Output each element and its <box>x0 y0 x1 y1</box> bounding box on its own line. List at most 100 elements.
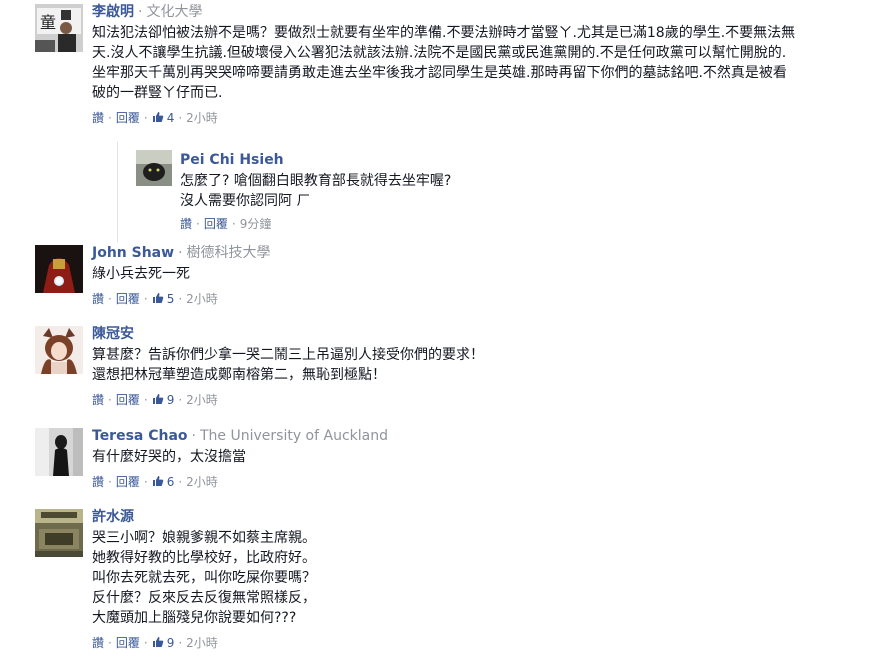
like-link[interactable]: 讚 <box>92 111 104 125</box>
separator-dot: · <box>108 111 112 125</box>
separator-dot: · <box>231 217 236 231</box>
thumbs-up-icon <box>152 112 163 122</box>
svg-text:童: 童 <box>40 13 56 32</box>
timestamp[interactable]: 2小時 <box>186 111 218 125</box>
comment-line: 知法犯法卻怕被法辦不是嗎？要做烈士就要有坐牢的準備.不要法辦時才當豎ㄚ.尤其是已… <box>92 25 796 41</box>
separator-dot: · <box>178 111 183 125</box>
comment-line: 還想把林冠華塑造成鄭南榕第二，無恥到極點！ <box>92 367 386 383</box>
avatar[interactable] <box>35 509 83 557</box>
like-link[interactable]: 讚 <box>180 217 192 231</box>
comment-line: 沒人需要你認同阿 ㄏ <box>180 193 311 209</box>
comment-text: 哭三小啊？娘親爹親不如蔡主席親。 她教得好教的比學校好，比政府好。 叫你去死就去… <box>92 528 877 628</box>
separator-dot: · <box>143 393 148 407</box>
reply-link[interactable]: 回覆 <box>116 292 140 306</box>
comment-line: 坐牢那天千萬別再哭哭啼啼要請勇敢走進去坐牢後我才認同學生是英雄.那時再留下你們的… <box>92 65 787 81</box>
like-count[interactable]: 6 <box>152 475 175 489</box>
comment-text: 知法犯法卻怕被法辦不是嗎？要做烈士就要有坐牢的準備.不要法辦時才當豎ㄚ.尤其是已… <box>92 23 877 103</box>
comment-actions: 讚 · 回覆 · 4 · 2小時 <box>92 110 877 126</box>
author-affiliation: 樹德科技大學 <box>186 245 271 261</box>
separator-dot: · <box>143 636 148 650</box>
comment-text: 怎麼了? 嗆個翻白眼教育部長就得去坐牢喔? 沒人需要你認同阿 ㄏ <box>180 171 877 211</box>
separator-dot: · <box>178 245 183 261</box>
separator-dot: · <box>143 475 148 489</box>
thumbs-up-icon <box>152 293 163 303</box>
timestamp[interactable]: 2小時 <box>186 292 218 306</box>
comment-line: 大魔頭加上腦殘兒你說要如何??? <box>92 610 297 626</box>
author-name-link[interactable]: 李啟明 <box>92 4 134 20</box>
comment-line: 哭三小啊？娘親爹親不如蔡主席親。 <box>92 530 316 546</box>
separator-dot: · <box>191 428 196 444</box>
profile-photo-icon <box>35 245 83 293</box>
separator-dot: · <box>108 475 112 489</box>
comment-line: 她教得好教的比學校好，比政府好。 <box>92 550 316 566</box>
comment-text: 綠小兵去死一死 <box>92 264 877 284</box>
separator-dot: · <box>178 292 183 306</box>
separator-dot: · <box>143 111 148 125</box>
like-link[interactable]: 讚 <box>92 636 104 650</box>
reply-link[interactable]: 回覆 <box>116 636 140 650</box>
reply-link[interactable]: 回覆 <box>116 475 140 489</box>
like-count[interactable]: 9 <box>152 393 175 407</box>
comment-actions: 讚 · 回覆 · 5 · 2小時 <box>92 291 877 307</box>
like-count[interactable]: 4 <box>152 111 175 125</box>
separator-dot: · <box>178 475 183 489</box>
like-count-value: 6 <box>166 475 175 489</box>
like-link[interactable]: 讚 <box>92 475 104 489</box>
thumbs-up-icon <box>152 476 163 486</box>
comment-line: 反什麼？反來反去反復無常照樣反， <box>92 590 316 606</box>
like-count[interactable]: 5 <box>152 292 175 306</box>
comment-line: 有什麼好哭的，太沒擔當 <box>92 449 246 465</box>
timestamp[interactable]: 2小時 <box>186 636 218 650</box>
timestamp[interactable]: 9分鐘 <box>240 217 272 231</box>
author-name-link[interactable]: 陳冠安 <box>92 326 134 342</box>
comment-line: 天.沒人不讓學生抗議.但破壞侵入公署犯法就該法辦.法院不是國民黨或民進黨開的.不… <box>92 45 787 61</box>
like-link[interactable]: 讚 <box>92 393 104 407</box>
comment-line: 綠小兵去死一死 <box>92 266 190 282</box>
timestamp[interactable]: 2小時 <box>186 393 218 407</box>
separator-dot: · <box>138 4 143 20</box>
comment-actions: 讚 · 回覆 · 9分鐘 <box>180 216 877 232</box>
thumbs-up-icon <box>152 394 163 404</box>
separator-dot: · <box>108 393 112 407</box>
separator-dot: · <box>178 636 183 650</box>
profile-photo-icon <box>35 509 83 557</box>
separator-dot: · <box>143 292 148 306</box>
reply-link[interactable]: 回覆 <box>116 393 140 407</box>
author-name-link[interactable]: Teresa Chao <box>92 428 188 444</box>
avatar[interactable] <box>35 428 83 476</box>
avatar[interactable]: 童 <box>35 4 83 52</box>
separator-dot: · <box>178 393 183 407</box>
like-count-value: 9 <box>166 393 175 407</box>
avatar[interactable] <box>35 326 83 374</box>
comment-actions: 讚 · 回覆 · 6 · 2小時 <box>92 474 877 490</box>
comment-text: 有什麼好哭的，太沒擔當 <box>92 447 877 467</box>
comment-actions: 讚 · 回覆 · 9 · 2小時 <box>92 635 877 651</box>
comment-text: 算甚麼？告訴你們少拿一哭二鬧三上吊逼別人接受你們的要求！ 還想把林冠華塑造成鄭南… <box>92 345 877 385</box>
comment-actions: 讚 · 回覆 · 9 · 2小時 <box>92 392 877 408</box>
separator-dot: · <box>196 217 200 231</box>
reply-link[interactable]: 回覆 <box>204 217 228 231</box>
comment-line: 破的一群豎ㄚ仔而已. <box>92 85 223 101</box>
author-affiliation: 文化大學 <box>146 4 203 20</box>
author-name-link[interactable]: John Shaw <box>92 245 174 261</box>
profile-photo-icon <box>35 326 83 374</box>
thumbs-up-icon <box>152 637 163 647</box>
avatar[interactable] <box>136 150 172 186</box>
comment-line: 叫你去死就去死，叫你吃屎你要嗎？ <box>92 570 316 586</box>
profile-photo-icon <box>136 150 172 186</box>
comment-line: 算甚麼？告訴你們少拿一哭二鬧三上吊逼別人接受你們的要求！ <box>92 347 484 363</box>
like-count-value: 4 <box>166 111 175 125</box>
like-link[interactable]: 讚 <box>92 292 104 306</box>
author-name-link[interactable]: 許水源 <box>92 509 134 525</box>
like-count-value: 5 <box>166 292 175 306</box>
separator-dot: · <box>108 292 112 306</box>
like-count-value: 9 <box>166 636 175 650</box>
timestamp[interactable]: 2小時 <box>186 475 218 489</box>
reply-link[interactable]: 回覆 <box>116 111 140 125</box>
avatar[interactable] <box>35 245 83 293</box>
profile-photo-icon: 童 <box>35 4 83 52</box>
separator-dot: · <box>108 636 112 650</box>
reply-thread: Pei Chi Hsieh 怎麼了? 嗆個翻白眼教育部長就得去坐牢喔? 沒人需要… <box>117 142 877 242</box>
author-name-link[interactable]: Pei Chi Hsieh <box>180 152 284 168</box>
like-count[interactable]: 9 <box>152 636 175 650</box>
